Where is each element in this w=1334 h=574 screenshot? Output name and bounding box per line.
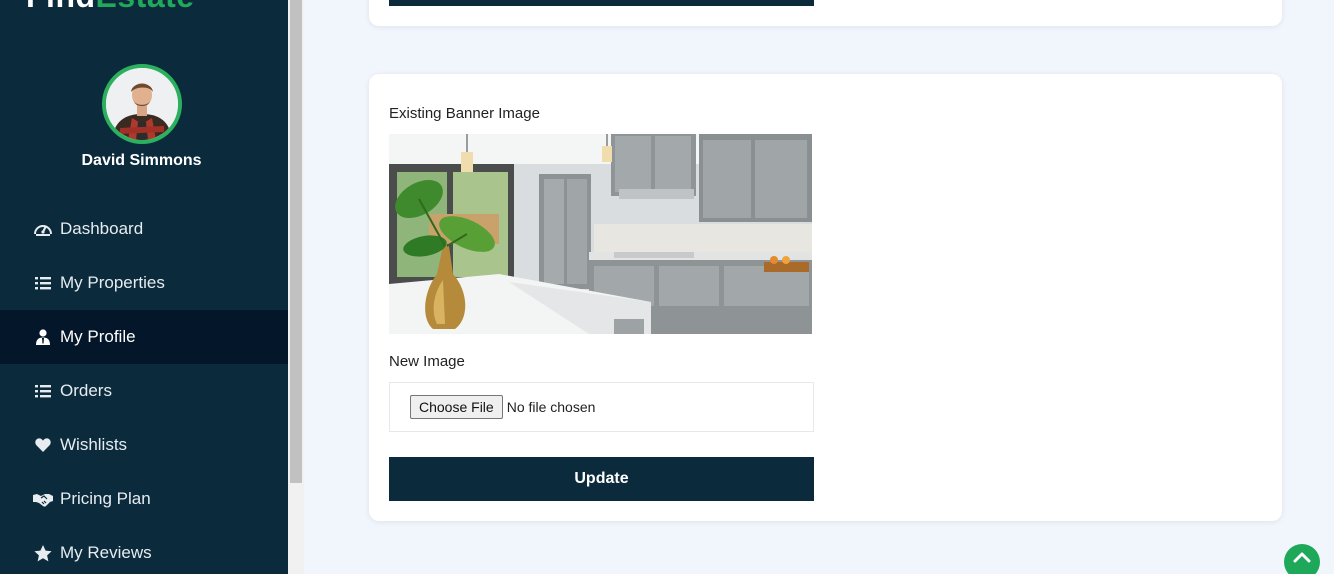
nav-label-my-properties: My Properties (60, 273, 165, 292)
dashboard-gauge-icon (32, 219, 54, 239)
brand-logo[interactable]: FindEstate (26, 0, 195, 15)
existing-banner-image (389, 134, 812, 334)
user-name: David Simmons (81, 152, 202, 169)
nav-item-orders[interactable]: Orders (0, 364, 288, 418)
brand-part2: Estate (96, 0, 195, 14)
new-image-label: New Image (389, 353, 465, 370)
previous-form-button[interactable] (389, 0, 814, 6)
list-icon (32, 381, 54, 401)
chevron-up-icon (1293, 552, 1311, 563)
nav-label-dashboard: Dashboard (60, 219, 144, 238)
nav-item-my-profile[interactable]: My Profile (0, 310, 288, 364)
list-icon (32, 273, 54, 293)
update-button[interactable]: Update (389, 457, 814, 501)
banner-image-card: Existing Banner Image New Image Choose F… (369, 74, 1282, 521)
heart-icon (32, 435, 54, 455)
nav-label-my-reviews: My Reviews (60, 543, 152, 562)
nav-label-my-profile: My Profile (60, 327, 136, 346)
sidebar: FindEstate David Simmons Dashboard My (0, 0, 288, 574)
user-photo (106, 68, 178, 140)
nav-item-wishlists[interactable]: Wishlists (0, 418, 288, 472)
new-image-file-input[interactable]: Choose File No file chosen (389, 382, 814, 432)
nav-item-my-properties[interactable]: My Properties (0, 256, 288, 310)
choose-file-button[interactable]: Choose File (410, 395, 503, 419)
sidebar-scrollbar-thumb[interactable] (290, 0, 302, 483)
nav-label-pricing-plan: Pricing Plan (60, 489, 151, 508)
nav-item-pricing-plan[interactable]: Pricing Plan (0, 472, 288, 526)
existing-banner-label: Existing Banner Image (389, 105, 540, 122)
file-status-text: No file chosen (506, 399, 596, 415)
star-icon (32, 543, 54, 563)
brand-part1: Find (26, 0, 96, 14)
user-tie-icon (32, 327, 54, 347)
nav-item-dashboard[interactable]: Dashboard (0, 202, 288, 256)
nav-item-my-reviews[interactable]: My Reviews (0, 526, 288, 574)
nav-label-wishlists: Wishlists (60, 435, 128, 454)
nav-label-orders: Orders (60, 381, 112, 400)
avatar (102, 64, 182, 144)
sidebar-nav: Dashboard My Properties My Profile Order… (0, 202, 288, 574)
previous-form-card (369, 0, 1282, 26)
handshake-icon (32, 489, 54, 509)
back-to-top-button[interactable] (1284, 544, 1320, 574)
